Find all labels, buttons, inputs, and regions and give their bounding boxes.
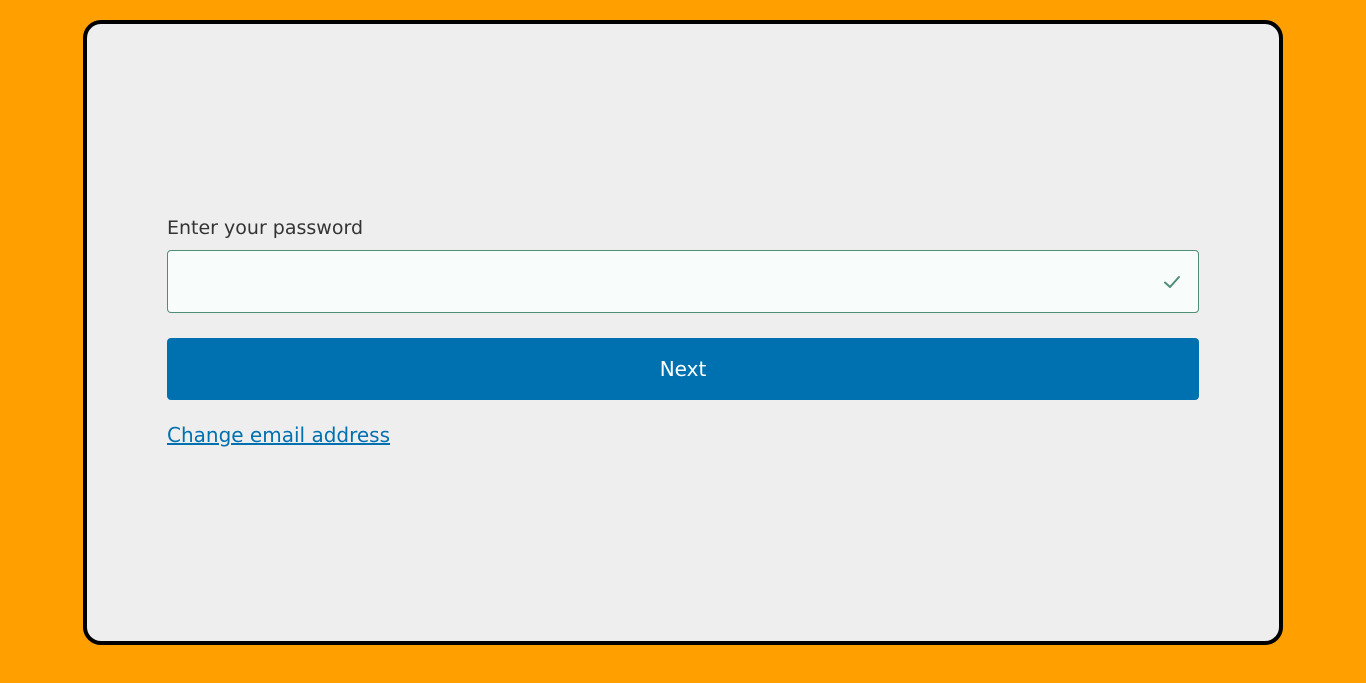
check-icon [1164, 276, 1180, 288]
next-button[interactable]: Next [167, 338, 1199, 400]
change-email-link[interactable]: Change email address [167, 423, 390, 447]
login-card: Enter your password Next Change email ad… [83, 20, 1283, 645]
password-input[interactable] [168, 251, 1198, 312]
password-field-wrapper [167, 250, 1199, 313]
password-label: Enter your password [167, 217, 364, 239]
password-form: Enter your password Next Change email ad… [167, 216, 1199, 447]
